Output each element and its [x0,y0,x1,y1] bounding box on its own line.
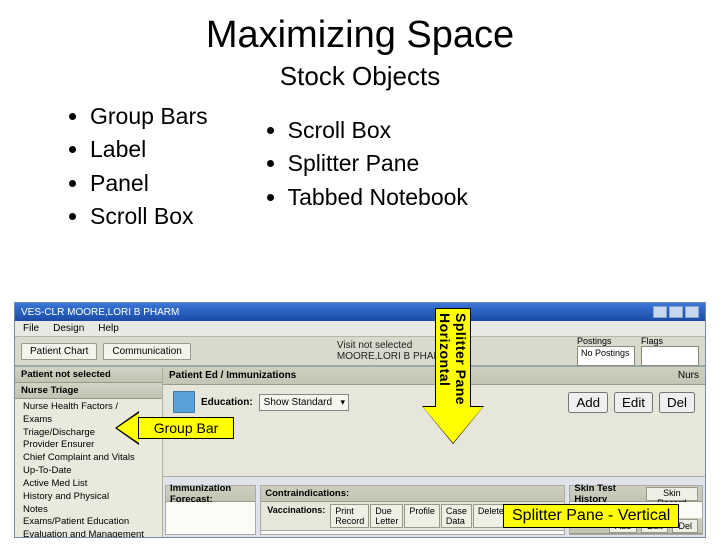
slide-title: Maximizing Space [0,14,720,57]
vacc-btn[interactable]: Profile [404,504,440,528]
menu-item[interactable]: Design [53,323,84,334]
visit-status: Visit not selected [337,340,449,351]
group-bar-not-selected[interactable]: Patient not selected [15,367,162,383]
sidebar: Patient not selected Nurse Triage Nurse … [15,367,163,537]
add-button[interactable]: Add [568,392,608,413]
vacc-btn[interactable]: Case Data [441,504,472,528]
skin-record-button[interactable]: Skin Record [646,487,698,501]
tab-communication[interactable]: Communication [103,343,190,360]
panel-header-right: Nurs [678,370,699,381]
postings-field[interactable]: No Postings [577,346,635,366]
group-bar-nurse-triage[interactable]: Nurse Triage [15,383,162,399]
sidebar-item[interactable]: History and Physical [23,491,158,504]
pane-contra: Contraindications: [265,488,349,499]
close-icon[interactable] [685,306,699,318]
bullet: Splitter Pane [288,147,468,180]
education-label: Education: [201,397,253,408]
sidebar-item[interactable]: Chief Complaint and Vitals [23,452,158,465]
maximize-icon[interactable] [669,306,683,318]
window-titlebar: VES-CLR MOORE,LORI B PHARM [15,303,705,321]
bullet: Tabbed Notebook [288,181,468,214]
flags-field[interactable] [641,346,699,366]
menu-item[interactable]: File [23,323,39,334]
minimize-icon[interactable] [653,306,667,318]
sidebar-item[interactable]: Active Med List [23,478,158,491]
edit-button[interactable]: Edit [614,392,653,413]
education-select[interactable]: Show Standard [259,394,349,411]
postings-label: Postings [577,336,635,346]
visit-name: MOORE,LORI B PHARM [337,351,449,362]
annotation-splitter-vertical: Splitter Pane - Vertical [503,504,679,528]
slide-subtitle: Stock Objects [0,61,720,92]
sidebar-item[interactable]: Evaluation and Management [23,529,158,538]
window-title: VES-CLR MOORE,LORI B PHARM [21,307,179,318]
vacc-btn[interactable]: Print Record [330,504,369,528]
education-icon [173,391,195,413]
sidebar-item[interactable]: Notes [23,504,158,517]
vacc-label: Vaccinations: [263,504,329,528]
flags-label: Flags [641,336,699,346]
menu-item[interactable]: Help [98,323,119,334]
bullet: Label [90,133,208,166]
panel-header: Patient Ed / Immunizations [169,370,296,381]
bullet: Group Bars [90,100,208,133]
bullet: Scroll Box [288,114,468,147]
sidebar-item[interactable]: Up-To-Date [23,465,158,478]
annotation-group-bar: Group Bar [116,412,246,444]
bullet: Scroll Box [90,200,208,233]
tab-patient-chart[interactable]: Patient Chart [21,343,97,360]
sidebar-item[interactable]: Exams/Patient Education [23,516,158,529]
vacc-btn[interactable]: Due Letter [370,504,403,528]
del-button[interactable]: Del [659,392,695,413]
bullet: Panel [90,167,208,200]
